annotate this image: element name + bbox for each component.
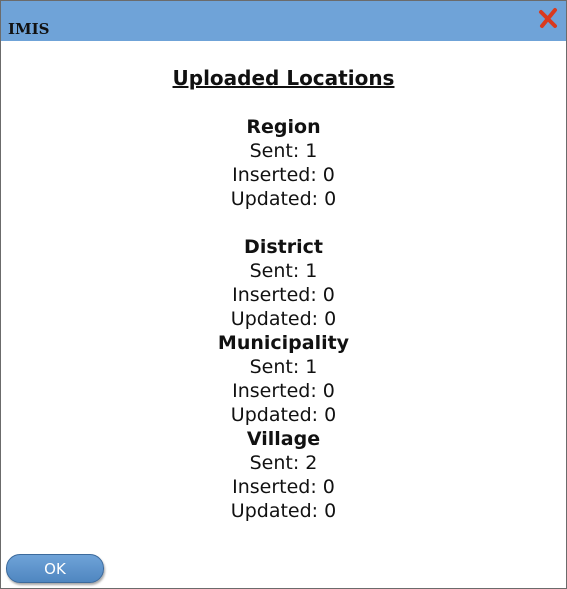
section-title: Municipality (217, 332, 350, 354)
upload-result-dialog: IMIS Uploaded Locations Region Sent: 1 I… (0, 0, 567, 589)
updated-count: Updated: 0 (230, 404, 337, 426)
updated-count: Updated: 0 (230, 500, 337, 522)
ok-button[interactable]: OK (6, 554, 104, 583)
sent-count: Sent: 1 (249, 260, 318, 282)
close-icon[interactable] (538, 7, 560, 29)
dialog-content: Uploaded Locations Region Sent: 1 Insert… (1, 65, 566, 523)
section-district: District Sent: 1 Inserted: 0 Updated: 0 (1, 235, 566, 331)
inserted-count: Inserted: 0 (232, 164, 335, 186)
inserted-count: Inserted: 0 (232, 284, 335, 306)
section-region: Region Sent: 1 Inserted: 0 Updated: 0 (1, 115, 566, 211)
dialog-heading: Uploaded Locations (172, 66, 395, 90)
sent-count: Sent: 1 (249, 356, 318, 378)
section-municipality: Municipality Sent: 1 Inserted: 0 Updated… (1, 331, 566, 427)
title-bar: IMIS (1, 1, 566, 41)
section-title: Village (246, 428, 321, 450)
section-title: Region (246, 116, 321, 138)
section-title: District (244, 236, 323, 258)
inserted-count: Inserted: 0 (232, 380, 335, 402)
sent-count: Sent: 2 (249, 452, 318, 474)
updated-count: Updated: 0 (230, 188, 337, 210)
window-title: IMIS (8, 20, 50, 38)
updated-count: Updated: 0 (230, 308, 337, 330)
inserted-count: Inserted: 0 (232, 476, 335, 498)
section-village: Village Sent: 2 Inserted: 0 Updated: 0 (1, 427, 566, 523)
sent-count: Sent: 1 (249, 140, 318, 162)
